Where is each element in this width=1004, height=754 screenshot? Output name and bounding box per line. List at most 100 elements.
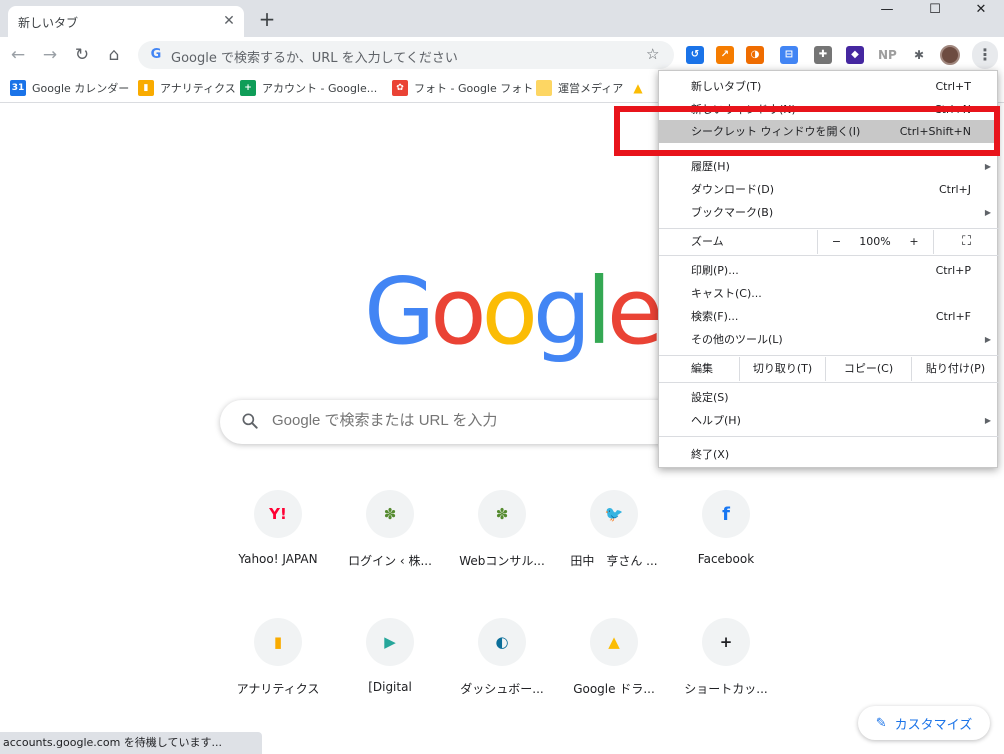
omnibox[interactable]: G Google で検索するか、URL を入力してください ☆ bbox=[138, 41, 674, 69]
menu-item-bookmarks[interactable]: ブックマーク(B) ▶ bbox=[659, 201, 999, 224]
logo-letter: o bbox=[430, 258, 486, 365]
zoom-out-button[interactable]: − bbox=[817, 230, 855, 254]
ext-puzzle-gray-icon[interactable]: ✚ bbox=[814, 46, 832, 64]
ext-cube-icon[interactable]: ◆ bbox=[846, 46, 864, 64]
menu-edit-row: 編集 切り取り(T) コピー(C) 貼り付け(P) bbox=[659, 357, 999, 381]
shortcut-favicon-icon: ✽ bbox=[478, 490, 526, 538]
menu-separator bbox=[659, 228, 999, 229]
menu-item-new-tab[interactable]: 新しいタブ(T) Ctrl+T bbox=[659, 75, 999, 98]
extensions-puzzle-icon[interactable]: ✱ bbox=[910, 46, 928, 64]
menu-separator bbox=[659, 355, 999, 356]
logo-letter: o bbox=[481, 258, 538, 365]
zoom-in-button[interactable]: + bbox=[895, 230, 933, 254]
bookmark-label: Google カレンダー bbox=[32, 82, 130, 95]
new-tab-button[interactable]: + bbox=[256, 8, 278, 30]
menu-label: その他のツール(L) bbox=[691, 333, 783, 346]
ext-card-icon[interactable]: ⊟ bbox=[780, 46, 798, 64]
shortcut-favicon-icon: + bbox=[702, 618, 750, 666]
ext-swirl-icon[interactable]: ◑ bbox=[746, 46, 764, 64]
bookmark-item[interactable]: 運営メディア bbox=[536, 80, 623, 96]
bookmark-label: フォト - Google フォト bbox=[414, 82, 534, 95]
bookmark-item[interactable]: ▮ アナリティクス bbox=[138, 80, 236, 96]
bookmark-label: 運営メディア bbox=[558, 82, 624, 95]
tab-close-icon[interactable]: ✕ bbox=[220, 12, 238, 30]
menu-item-cast[interactable]: キャスト(C)... bbox=[659, 282, 999, 305]
minimize-icon[interactable]: — bbox=[864, 0, 910, 20]
shortcut-glyph: ✽ bbox=[495, 505, 509, 523]
shortcut-tile[interactable]: f Facebook bbox=[670, 490, 782, 602]
ext-chart-icon[interactable]: ↗ bbox=[716, 46, 734, 64]
zoom-label: ズーム bbox=[691, 235, 724, 248]
shortcut-label: Google ドラ... bbox=[573, 682, 655, 696]
shortcut-label: ショートカッ... bbox=[684, 682, 768, 696]
submenu-arrow-icon: ▶ bbox=[984, 208, 991, 217]
logo-letter: G bbox=[364, 258, 435, 365]
home-icon[interactable]: ⌂ bbox=[102, 43, 126, 67]
customize-button[interactable]: ✎ カスタマイズ bbox=[858, 706, 990, 740]
submenu-arrow-icon: ▶ bbox=[984, 335, 991, 344]
menu-item-settings[interactable]: 設定(S) bbox=[659, 386, 999, 409]
shortcut-glyph: ▶ bbox=[384, 633, 396, 651]
shortcut-label: Webコンサル... bbox=[459, 554, 545, 568]
bookmark-item[interactable]: ✿ フォト - Google フォト bbox=[392, 80, 533, 96]
shortcut-glyph: f bbox=[722, 503, 730, 525]
search-icon bbox=[242, 413, 258, 429]
menu-item-more-tools[interactable]: その他のツール(L) ▶ bbox=[659, 328, 999, 351]
menu-item-find[interactable]: 検索(F)... Ctrl+F bbox=[659, 305, 999, 328]
tab-new-tab[interactable]: 新しいタブ ✕ bbox=[8, 6, 244, 37]
copy-button[interactable]: コピー(C) bbox=[825, 357, 911, 381]
status-bar: accounts.google.com を待機しています... bbox=[0, 732, 262, 754]
maximize-icon[interactable]: ☐ bbox=[912, 0, 958, 20]
shortcut-tile[interactable]: Y! Yahoo! JAPAN bbox=[222, 490, 334, 602]
bookmark-item[interactable]: 31 Google カレンダー bbox=[10, 80, 129, 96]
shortcut-tile[interactable]: ◐ ダッシュボー... bbox=[446, 618, 558, 730]
bookmark-label: アカウント - Google... bbox=[262, 82, 378, 95]
customize-label: カスタマイズ bbox=[894, 717, 973, 733]
shortcut-tile[interactable]: ▮ アナリティクス bbox=[222, 618, 334, 730]
menu-label: キャスト(C)... bbox=[691, 287, 762, 300]
menu-label: 設定(S) bbox=[691, 391, 729, 404]
bookmark-item[interactable]: + アカウント - Google... bbox=[240, 80, 377, 96]
ext-blue-icon[interactable]: ↺ bbox=[686, 46, 704, 64]
search-box[interactable] bbox=[220, 400, 680, 444]
shortcut-tile[interactable]: ✽ Webコンサル... bbox=[446, 490, 558, 602]
paste-button[interactable]: 貼り付け(P) bbox=[911, 357, 999, 381]
menu-label: ダウンロード(D) bbox=[691, 183, 775, 196]
tab-strip: 新しいタブ ✕ + — ☐ ✕ bbox=[0, 0, 1004, 37]
menu-label: ヘルプ(H) bbox=[691, 414, 741, 427]
shortcut-label: ダッシュボー... bbox=[460, 682, 544, 696]
menu-item-print[interactable]: 印刷(P)... Ctrl+P bbox=[659, 259, 999, 282]
profile-avatar[interactable] bbox=[940, 45, 960, 65]
shortcut-glyph: Y! bbox=[269, 505, 287, 523]
menu-item-exit[interactable]: 終了(X) bbox=[659, 443, 999, 466]
menu-kebab-icon[interactable]: ⋮ bbox=[972, 41, 998, 69]
menu-separator bbox=[659, 436, 999, 437]
shortcut-tile[interactable]: ✽ ログイン ‹ 株... bbox=[334, 490, 446, 602]
logo-letter: e bbox=[606, 258, 664, 365]
menu-item-help[interactable]: ヘルプ(H) ▶ bbox=[659, 409, 999, 432]
reload-icon[interactable]: ↻ bbox=[70, 43, 94, 67]
submenu-arrow-icon: ▶ bbox=[984, 162, 991, 171]
fullscreen-icon[interactable]: ⛶ bbox=[933, 230, 999, 254]
forward-icon[interactable]: → bbox=[38, 43, 62, 67]
back-icon[interactable]: ← bbox=[6, 43, 30, 67]
bookmark-drive[interactable]: ▲ bbox=[630, 80, 646, 96]
menu-separator bbox=[659, 382, 999, 383]
menu-item-downloads[interactable]: ダウンロード(D) Ctrl+J bbox=[659, 178, 999, 201]
submenu-arrow-icon: ▶ bbox=[984, 416, 991, 425]
window-close-icon[interactable]: ✕ bbox=[958, 0, 1004, 20]
shortcut-tile[interactable]: ▶ [Digital bbox=[334, 618, 446, 730]
menu-item-history[interactable]: 履歴(H) ▶ bbox=[659, 155, 999, 178]
shortcut-favicon-icon: ◐ bbox=[478, 618, 526, 666]
shortcut-label: Facebook bbox=[697, 552, 755, 566]
shortcut-tile[interactable]: 🐦 田中 亨さん ... bbox=[558, 490, 670, 602]
bookmark-favicon-icon: ▮ bbox=[138, 80, 154, 96]
search-input[interactable] bbox=[272, 412, 652, 429]
shortcut-tile[interactable]: ▲ Google ドラ... bbox=[558, 618, 670, 730]
bookmark-star-icon[interactable]: ☆ bbox=[646, 45, 659, 63]
shortcut-tile[interactable]: + ショートカッ... bbox=[670, 618, 782, 730]
shortcut-label: 田中 亨さん ... bbox=[570, 554, 658, 568]
cut-button[interactable]: 切り取り(T) bbox=[739, 357, 825, 381]
menu-zoom-row: ズーム − 100% + ⛶ bbox=[659, 230, 999, 254]
ext-np-icon[interactable]: NP bbox=[878, 46, 897, 64]
